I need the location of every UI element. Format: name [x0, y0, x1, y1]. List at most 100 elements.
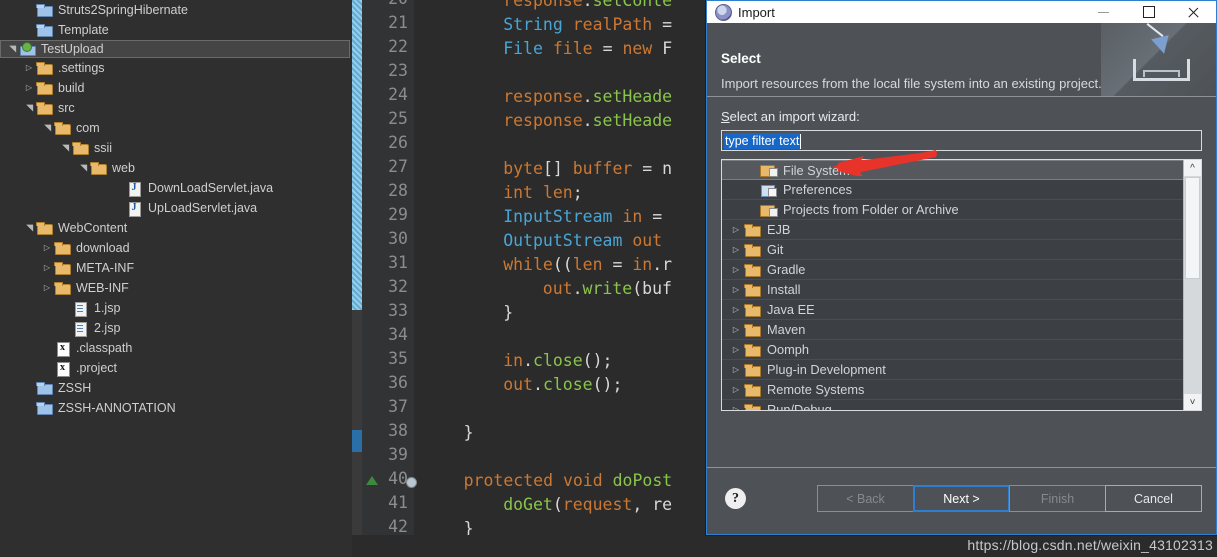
tree-item-downloadservlet-java[interactable]: DownLoadServlet.java: [0, 178, 352, 198]
wizard-item-oomph[interactable]: ▷ Oomph: [722, 340, 1183, 360]
wizard-item-preferences[interactable]: Preferences: [722, 180, 1183, 200]
tree-item-webcontent[interactable]: ◢ WebContent: [0, 218, 352, 238]
tree-item-2-jsp[interactable]: 2.jsp: [0, 318, 352, 338]
tree-item-settings[interactable]: ▷ .settings: [0, 58, 352, 78]
tree-expand-arrow-right-icon[interactable]: ▷: [40, 278, 54, 298]
tree-expand-arrow-right-icon[interactable]: ▷: [728, 225, 744, 234]
tree-expand-arrow-right-icon[interactable]: ▷: [728, 245, 744, 254]
wizard-item-git[interactable]: ▷ Git: [722, 240, 1183, 260]
line-number: 36: [388, 373, 408, 392]
tree-item-label: .settings: [58, 61, 105, 75]
line-number: 28: [388, 181, 408, 200]
tree-item-testupload[interactable]: ◢ TestUpload: [0, 40, 350, 58]
folder-icon: [54, 120, 71, 136]
project-tree[interactable]: Struts2SpringHibernate Template ◢ TestUploa…: [0, 0, 352, 418]
code-line: OutputStream out: [503, 231, 663, 250]
wizard-item-install[interactable]: ▷ Install: [722, 280, 1183, 300]
wizard-item-maven[interactable]: ▷ Maven: [722, 320, 1183, 340]
tree-expand-arrow-right-icon[interactable]: ▷: [22, 78, 36, 98]
wizard-item-file-system[interactable]: File System: [722, 160, 1183, 180]
tree-item-web[interactable]: ◢ web: [0, 158, 352, 178]
project-folder-icon: [36, 400, 53, 416]
line-number: 25: [388, 109, 408, 128]
finish-button[interactable]: Finish: [1009, 485, 1106, 512]
minimize-button[interactable]: [1081, 1, 1126, 23]
dialog-header: Select Import resources from the local f…: [707, 23, 1216, 97]
wizard-item-label: Run/Debug: [767, 402, 832, 410]
tree-item-template[interactable]: Template: [0, 20, 352, 40]
tree-item-src[interactable]: ◢ src: [0, 98, 352, 118]
tree-expand-arrow-right-icon[interactable]: ▷: [40, 258, 54, 278]
folder-icon: [36, 220, 53, 236]
tree-expand-arrow-right-icon[interactable]: ▷: [22, 58, 36, 78]
tree-item-classpath[interactable]: .classpath: [0, 338, 352, 358]
line-number: 20: [362, 0, 408, 8]
code-line: response.setHeade: [503, 111, 673, 130]
filter-label-rest: elect an import wizard:: [729, 109, 860, 124]
wizard-item-ejb[interactable]: ▷ EJB: [722, 220, 1183, 240]
project-folder-icon: [36, 22, 53, 38]
tree-expand-arrow-right-icon[interactable]: ▷: [728, 385, 744, 394]
help-button[interactable]: ?: [725, 488, 746, 509]
ruler-occurrence-mark: [352, 0, 362, 310]
tree-item-project[interactable]: .project: [0, 358, 352, 378]
line-number: 39: [388, 445, 408, 464]
xml-file-icon: [54, 340, 71, 357]
line-number: 38: [388, 421, 408, 440]
code-line: }: [463, 423, 474, 442]
code-folding-icon[interactable]: [406, 477, 417, 488]
wizard-item-projects-from-folder-or-archive[interactable]: Projects from Folder or Archive: [722, 200, 1183, 220]
code-line: while((len = in.r: [503, 255, 673, 274]
tree-expand-arrow-right-icon[interactable]: ▷: [728, 325, 744, 334]
scrollbar-thumb[interactable]: [1185, 177, 1200, 279]
import-wizard-list-rows[interactable]: File System Preferences Projects from Fold…: [722, 160, 1183, 410]
scroll-up-button[interactable]: ^: [1184, 160, 1201, 176]
tree-expand-arrow-right-icon[interactable]: ▷: [728, 285, 744, 294]
tree-item-com[interactable]: ◢ com: [0, 118, 352, 138]
tree-item-1-jsp[interactable]: 1.jsp: [0, 298, 352, 318]
wizard-item-java-ee[interactable]: ▷ Java EE: [722, 300, 1183, 320]
tree-item-zssh-annotation[interactable]: ZSSH-ANNOTATION: [0, 398, 352, 418]
next-button[interactable]: Next >: [913, 485, 1010, 512]
code-line: protected void doPost: [463, 471, 673, 490]
wizard-item-gradle[interactable]: ▷ Gradle: [722, 260, 1183, 280]
line-number: 21: [388, 13, 408, 32]
tree-expand-arrow-right-icon[interactable]: ▷: [728, 345, 744, 354]
wizard-item-remote-systems[interactable]: ▷ Remote Systems: [722, 380, 1183, 400]
import-dialog[interactable]: Import Select Import resources from the …: [706, 0, 1217, 535]
editor-overview-ruler[interactable]: [352, 0, 362, 557]
wizard-list-scrollbar[interactable]: ^ ˅: [1183, 160, 1201, 410]
tree-item-meta-inf[interactable]: ▷ META-INF: [0, 258, 352, 278]
filter-input[interactable]: type filter text: [721, 130, 1202, 151]
folder-icon: [744, 242, 762, 258]
scroll-down-button[interactable]: ˅: [1184, 394, 1201, 410]
close-button[interactable]: [1171, 1, 1216, 23]
window-controls: [1081, 1, 1216, 23]
folder-icon: [54, 240, 71, 256]
project-explorer-panel[interactable]: Struts2SpringHibernate Template ◢ TestUploa…: [0, 0, 353, 557]
tree-item-build[interactable]: ▷ build: [0, 78, 352, 98]
import-wizard-list[interactable]: File System Preferences Projects from Fold…: [721, 159, 1202, 411]
cancel-button[interactable]: Cancel: [1105, 485, 1202, 512]
dialog-page-description: Import resources from the local file sys…: [721, 76, 1102, 91]
wizard-item-plug-in-development[interactable]: ▷ Plug-in Development: [722, 360, 1183, 380]
folder-icon: [744, 342, 762, 358]
back-button[interactable]: < Back: [817, 485, 914, 512]
tree-item-struts2springhibernate[interactable]: Struts2SpringHibernate: [0, 0, 352, 20]
maximize-button[interactable]: [1126, 1, 1171, 23]
wizard-item-run-debug[interactable]: ▷ Run/Debug: [722, 400, 1183, 410]
tree-item-uploadservlet-java[interactable]: UpLoadServlet.java: [0, 198, 352, 218]
tree-item-label: .project: [76, 361, 117, 375]
dialog-title-bar[interactable]: Import: [707, 1, 1216, 23]
tree-item-download[interactable]: ▷ download: [0, 238, 352, 258]
tree-expand-arrow-right-icon[interactable]: ▷: [728, 265, 744, 274]
tree-expand-arrow-right-icon[interactable]: ▷: [728, 365, 744, 374]
tree-expand-arrow-right-icon[interactable]: ▷: [40, 238, 54, 258]
tree-item-zssh[interactable]: ZSSH: [0, 378, 352, 398]
tree-item-ssii[interactable]: ◢ ssii: [0, 138, 352, 158]
tree-expand-arrow-right-icon[interactable]: ▷: [728, 305, 744, 314]
folder-icon: [744, 402, 762, 410]
tree-expand-arrow-right-icon[interactable]: ▷: [728, 405, 744, 410]
code-line: response.setConte: [503, 0, 673, 10]
tree-item-web-inf[interactable]: ▷ WEB-INF: [0, 278, 352, 298]
